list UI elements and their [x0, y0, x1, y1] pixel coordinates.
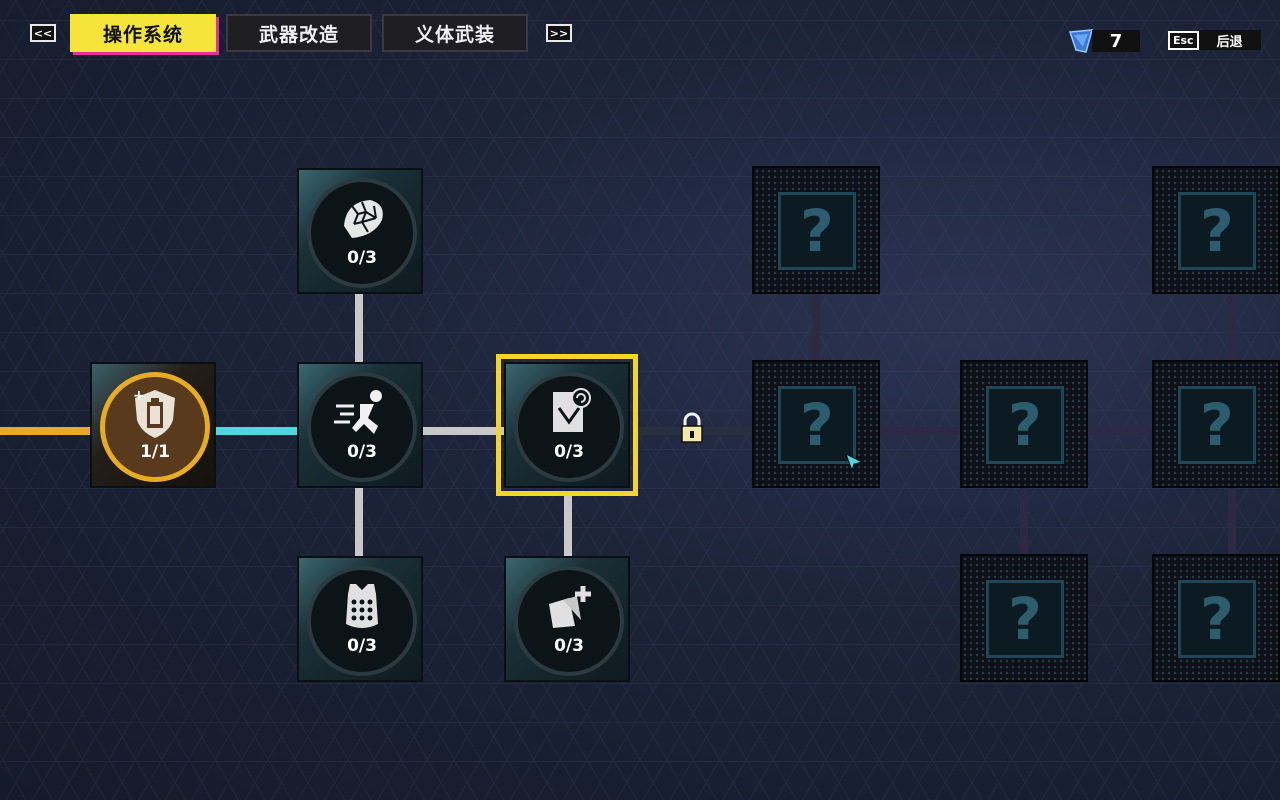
connector	[1228, 488, 1236, 558]
node-ring: 0/3	[514, 566, 624, 676]
question-mark-icon: ?	[1178, 192, 1256, 270]
node-progress: 0/3	[347, 442, 377, 462]
node-progress: 0/3	[347, 636, 377, 656]
skill-node-shell[interactable]: 0/3	[297, 168, 423, 294]
node-progress: 0/3	[554, 636, 584, 656]
node-progress: 0/3	[347, 248, 377, 268]
skill-node-vest[interactable]: 0/3	[297, 556, 423, 682]
currency-display: 7	[1066, 28, 1140, 54]
locked-node[interactable]: ?	[1152, 554, 1280, 682]
node-ring: + 1/1	[100, 372, 210, 482]
skill-node-document-refresh[interactable]: 0/3	[496, 354, 638, 496]
lock-icon	[681, 412, 703, 443]
locked-node[interactable]: ?	[1152, 360, 1280, 488]
connector	[355, 294, 363, 364]
tab-operating-system[interactable]: 操作系统	[70, 14, 216, 52]
tab-cyberware[interactable]: 义体武装	[382, 14, 528, 52]
back-label: 后退	[1198, 30, 1261, 50]
shell-icon	[344, 200, 383, 238]
node-ring: 0/3	[307, 178, 417, 288]
question-mark-icon: ?	[986, 386, 1064, 464]
esc-key-label: Esc	[1168, 30, 1199, 50]
back-button[interactable]: Esc 后退	[1168, 30, 1261, 50]
connector	[422, 427, 506, 435]
flag-plus-icon	[549, 586, 591, 628]
connector	[1228, 294, 1236, 364]
node-progress: 0/3	[554, 442, 584, 462]
question-mark-icon: ?	[986, 580, 1064, 658]
node-ring: 0/3	[514, 372, 624, 482]
node-progress: 1/1	[140, 442, 170, 462]
locked-node[interactable]: ?	[960, 360, 1088, 488]
tab-weapon-mod[interactable]: 武器改造	[226, 14, 372, 52]
connector	[0, 427, 92, 435]
svg-text:+: +	[133, 388, 145, 404]
next-tab-button[interactable]: >>	[546, 24, 572, 42]
skill-node-flag-plus[interactable]: 0/3	[504, 556, 630, 682]
connector	[812, 294, 820, 364]
node-ring: 0/3	[307, 372, 417, 482]
document-refresh-icon	[553, 388, 591, 432]
vest-icon	[346, 584, 378, 628]
locked-node[interactable]: ?	[960, 554, 1088, 682]
locked-node[interactable]: ?	[752, 166, 880, 294]
connector	[355, 488, 363, 558]
connector	[214, 427, 298, 435]
skill-node-sprint[interactable]: 0/3	[297, 362, 423, 488]
cursor-icon	[845, 452, 864, 472]
question-mark-icon: ?	[778, 192, 856, 270]
prev-tab-button[interactable]: <<	[30, 24, 56, 42]
connector	[1020, 488, 1028, 558]
skill-node-shield-battery[interactable]: + 1/1	[90, 362, 216, 488]
running-man-icon	[334, 390, 382, 434]
question-mark-icon: ?	[1178, 580, 1256, 658]
locked-node[interactable]: ?	[1152, 166, 1280, 294]
node-ring: 0/3	[307, 566, 417, 676]
connector	[564, 494, 572, 558]
shield-battery-icon: +	[133, 388, 175, 438]
connector	[880, 427, 962, 435]
question-mark-icon: ?	[1178, 386, 1256, 464]
currency-count: 7	[1092, 30, 1140, 52]
